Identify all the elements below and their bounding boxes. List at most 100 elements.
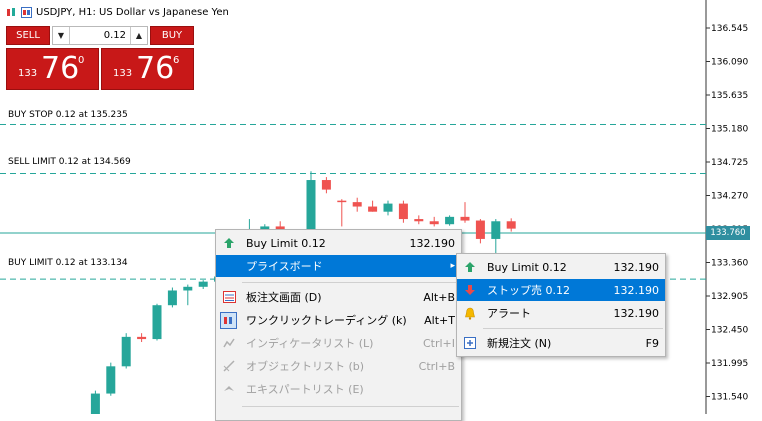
axis-tick-label: 136.090: [711, 58, 748, 68]
buy-price-prefix: 133: [113, 68, 133, 79]
candle-body: [368, 206, 378, 212]
menu-item-order-book[interactable]: 板注文画面 (D) Alt+B: [216, 286, 461, 308]
candle-body: [352, 202, 362, 207]
submenu-item-sell-stop[interactable]: ストップ売 0.12 132.190: [457, 279, 665, 301]
submenu-item-alert[interactable]: アラート 132.190: [457, 302, 665, 324]
submenu-arrow-icon: ▸: [450, 261, 455, 271]
candle-body: [429, 221, 439, 225]
new-order-icon: [463, 336, 477, 350]
menu-item-shortcut: 132.190: [409, 236, 456, 250]
sell-price-pip: 0: [78, 55, 85, 66]
candle-body: [398, 203, 408, 220]
candle-body: [491, 221, 501, 239]
candle: [90, 390, 100, 414]
candle-body: [152, 305, 162, 340]
chart-title: USDJPY, H1: US Dollar vs Japanese Yen: [36, 7, 229, 18]
lot-size-value[interactable]: 0.12: [70, 30, 130, 41]
axis-tick-label: 136.545: [711, 24, 748, 34]
down-arrow-icon: [463, 283, 477, 297]
submenu-item-price: 132.190: [613, 260, 660, 274]
submenu-item-price: 132.190: [613, 306, 660, 320]
menu-item-shortcut: Ctrl+I: [422, 336, 455, 350]
buy-price-big: 76: [136, 51, 175, 86]
candle: [152, 303, 162, 341]
menu-item-object-list[interactable]: オブジェクトリスト (b) Ctrl+B: [216, 355, 461, 377]
one-click-trade-panel: SELL ▼ 0.12 ▲ BUY 133 76 0 133 76 6: [6, 26, 194, 90]
up-arrow-icon: [463, 260, 477, 274]
axis-tick-label: 132.450: [711, 326, 748, 336]
menu-item-label: ワンクリックトレーディング (k): [246, 314, 407, 327]
candle: [106, 362, 116, 396]
order-label-sell-limit[interactable]: SELL LIMIT 0.12 at 134.569: [8, 157, 131, 167]
candle-body: [445, 216, 455, 225]
submenu-item-new-order[interactable]: 新規注文 (N) F9: [457, 332, 665, 354]
menu-separator: [242, 282, 459, 283]
menu-separator: [242, 406, 459, 407]
sell-quote[interactable]: 133 76 0: [6, 48, 99, 90]
candle-body: [90, 393, 100, 414]
menu-item-expert-list[interactable]: エキスパートリスト (E): [216, 378, 461, 400]
axis-tick-label: 134.725: [711, 158, 748, 168]
order-label-buy-stop[interactable]: BUY STOP 0.12 at 135.235: [8, 110, 128, 120]
candle-body: [137, 336, 147, 340]
candle-body: [167, 290, 177, 306]
axis-tick-label: 131.995: [711, 359, 748, 369]
menu-item-shortcut: Alt+B: [423, 290, 455, 304]
chart-header: USDJPY, H1: US Dollar vs Japanese Yen: [6, 7, 229, 18]
candle-body: [321, 180, 331, 190]
menu-item-label: Buy Limit 0.12: [246, 236, 326, 250]
menu-item-buy-limit[interactable]: Buy Limit 0.12 132.190: [216, 232, 461, 254]
menu-item-label: 板注文画面 (D): [246, 291, 322, 304]
menu-item-one-click-trading[interactable]: ワンクリックトレーディング (k) Alt+T: [216, 309, 461, 331]
submenu-item-buy-limit[interactable]: Buy Limit 0.12 132.190: [457, 256, 665, 278]
current-price-badge: 133.760: [706, 226, 750, 241]
buy-quote[interactable]: 133 76 6: [101, 48, 194, 90]
axis-tick-label: 133.360: [711, 259, 748, 269]
buy-price-pip: 6: [173, 55, 180, 66]
price-board-submenu: Buy Limit 0.12 132.190 ストップ売 0.12 132.19…: [456, 253, 666, 357]
submenu-item-price: 132.190: [613, 283, 660, 297]
order-book-icon: [222, 290, 236, 304]
submenu-item-shortcut: F9: [645, 336, 659, 350]
lot-increase-icon[interactable]: ▲: [130, 27, 147, 44]
axis-tick-label: 135.635: [711, 91, 748, 101]
menu-item-shortcut: Alt+T: [424, 313, 455, 327]
order-label-buy-limit[interactable]: BUY LIMIT 0.12 at 133.134: [8, 258, 128, 268]
sell-price-prefix: 133: [18, 68, 38, 79]
candle-body: [121, 336, 131, 367]
lot-size-field[interactable]: ▼ 0.12 ▲: [52, 26, 148, 45]
submenu-item-label: ストップ売 0.12: [487, 284, 570, 297]
menu-item-label: プライスボード: [246, 260, 323, 273]
chart-context-menu: Buy Limit 0.12 132.190 プライスボード ▸ 板注文画面 (…: [215, 229, 462, 421]
candle-body: [460, 216, 470, 221]
bell-icon: [463, 306, 477, 320]
submenu-item-label: Buy Limit 0.12: [487, 260, 567, 274]
submenu-item-label: アラート: [487, 307, 531, 320]
candle-body: [198, 281, 208, 287]
axis-tick-label: 131.540: [711, 393, 748, 403]
menu-item-shortcut: Ctrl+B: [418, 359, 455, 373]
menu-item-label: オブジェクトリスト (b): [246, 360, 365, 373]
candle: [445, 215, 455, 226]
submenu-item-label: 新規注文 (N): [487, 337, 552, 350]
menu-item-label: エキスパートリスト (E): [246, 383, 364, 396]
object-list-icon: [222, 359, 236, 373]
sell-button[interactable]: SELL: [6, 26, 50, 45]
candle: [121, 333, 131, 369]
candle-body: [106, 366, 116, 394]
one-click-trading-icon[interactable]: [21, 7, 32, 18]
sell-price-big: 76: [41, 51, 80, 86]
axis-tick-label: 132.905: [711, 292, 748, 302]
chart-type-icon[interactable]: [6, 7, 17, 18]
one-click-icon: [220, 312, 237, 329]
axis-tick-label: 135.180: [711, 125, 748, 135]
candle-body: [414, 219, 424, 222]
lot-decrease-icon[interactable]: ▼: [53, 27, 70, 44]
menu-item-indicator-list[interactable]: インディケータリスト (L) Ctrl+I: [216, 332, 461, 354]
buy-button[interactable]: BUY: [150, 26, 194, 45]
candle-body: [506, 221, 516, 229]
axis-tick-label: 134.270: [711, 192, 748, 202]
menu-separator: [483, 328, 663, 329]
up-arrow-icon: [222, 236, 236, 250]
menu-item-price-board[interactable]: プライスボード ▸: [216, 255, 461, 277]
